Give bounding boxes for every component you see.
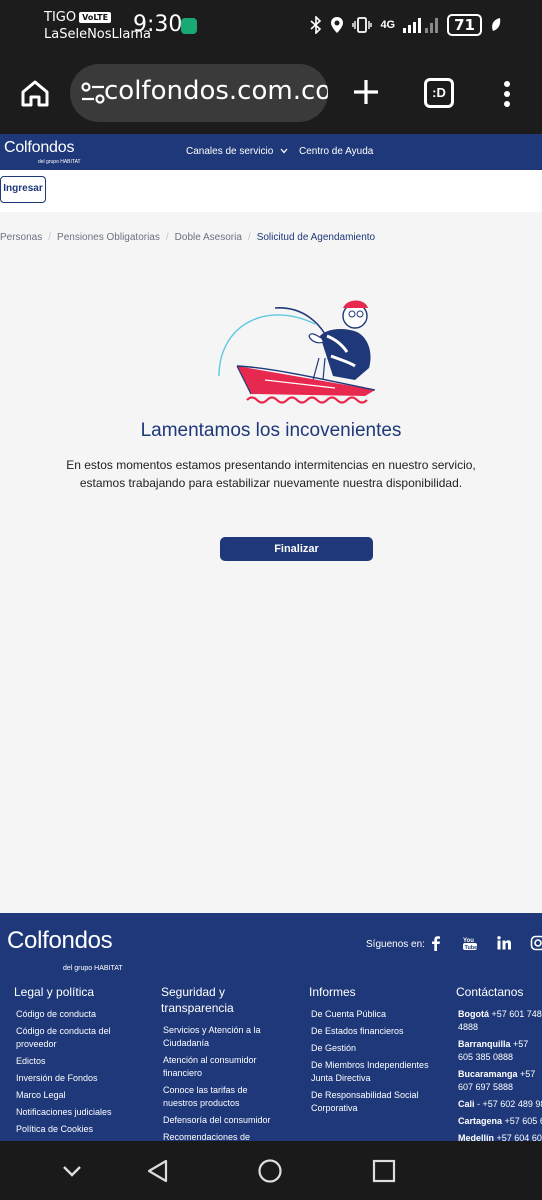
footer-link[interactable]: De Miembros Independientes Junta Directi… bbox=[309, 1059, 439, 1085]
footer-link[interactable]: De Estados financieros bbox=[309, 1025, 439, 1038]
contact-city: Cali bbox=[458, 1099, 475, 1109]
location-icon bbox=[331, 17, 344, 33]
login-bar: Ingresar bbox=[0, 170, 542, 212]
footer-link[interactable]: Edictos bbox=[14, 1055, 149, 1068]
footer-link[interactable]: Conoce las tarifas de nuestros productos bbox=[161, 1084, 281, 1110]
breadcrumb-pensiones[interactable]: Pensiones Obligatorias bbox=[57, 232, 160, 243]
contact-line[interactable]: Barranquilla +57 605 385 0888 bbox=[456, 1038, 542, 1064]
breadcrumb-current: Solicitud de Agendamiento bbox=[256, 232, 376, 243]
chevron-down-icon bbox=[280, 148, 288, 154]
leaf-icon bbox=[492, 18, 501, 31]
footer-col-title: Legal y política bbox=[14, 985, 95, 999]
footer-link[interactable]: De Cuenta Pública bbox=[309, 1008, 439, 1021]
system-nav-bar bbox=[0, 1141, 542, 1200]
error-title: Lamentamos los incovenientes bbox=[140, 420, 402, 441]
breadcrumb-doble-asesoria[interactable]: Doble Asesoria bbox=[175, 232, 242, 243]
breadcrumb: Personas / Pensiones Obligatorias / Doble As… bbox=[0, 232, 375, 243]
status-bar: TIGO VoLTE LaSeleNosLlama 9:30 4G 71 bbox=[0, 0, 542, 52]
contact-line[interactable]: Cartagena +57 605 693 6888 bbox=[456, 1115, 542, 1128]
recents-icon[interactable] bbox=[371, 1158, 397, 1184]
login-button[interactable]: Ingresar bbox=[0, 176, 46, 203]
contact-phone: +57 605 693 6888 bbox=[504, 1116, 542, 1126]
contact-phone: - +57 602 489 9888 bbox=[477, 1099, 542, 1109]
contact-line[interactable]: Cali - +57 602 489 9888 bbox=[456, 1098, 542, 1111]
footer-link[interactable]: Defensoría del consumidor bbox=[161, 1114, 281, 1127]
breadcrumb-separator: / bbox=[48, 232, 52, 243]
logo-text: Colfondos bbox=[4, 139, 75, 156]
url-text: colfondos.com.co bbox=[104, 76, 328, 106]
footer-col-title: Informes bbox=[309, 985, 356, 999]
contact-city: Barranquilla bbox=[458, 1039, 511, 1049]
contact-city: Cartagena bbox=[458, 1116, 503, 1126]
contact-line[interactable]: Bogotá +57 601 748 4888 bbox=[456, 1008, 542, 1034]
status-icons: 4G 71 bbox=[310, 14, 502, 36]
linkedin-icon[interactable] bbox=[496, 935, 512, 951]
error-message: En estos momentos estamos presentando in… bbox=[66, 458, 476, 490]
volte-badge: VoLTE bbox=[79, 12, 112, 23]
home-icon[interactable] bbox=[20, 78, 50, 108]
footer-link[interactable]: De Responsabilidad Social Corporativa bbox=[309, 1089, 439, 1115]
site-settings-icon[interactable] bbox=[80, 81, 106, 105]
footer-link[interactable]: Servicios y Atención a la Ciudadanía bbox=[161, 1024, 281, 1050]
more-menu-icon[interactable] bbox=[500, 80, 514, 108]
facebook-icon[interactable] bbox=[428, 935, 444, 951]
footer-col-title: Seguridad y transparencia bbox=[161, 985, 234, 1015]
contact-city: Bogotá bbox=[458, 1009, 489, 1019]
svg-text:Tube: Tube bbox=[465, 945, 478, 951]
vibrate-icon bbox=[352, 17, 373, 33]
footer-link[interactable]: Inversión de Fondos bbox=[14, 1072, 149, 1085]
logo-subtext: del grupo HABITAT bbox=[38, 159, 81, 165]
footer-link[interactable]: Código de conducta bbox=[14, 1008, 149, 1021]
nav-centro-de-ayuda[interactable]: Centro de Ayuda bbox=[299, 146, 373, 157]
breadcrumb-separator: / bbox=[165, 232, 169, 243]
tab-switcher[interactable]: :D bbox=[424, 78, 454, 108]
network-type: 4G bbox=[380, 19, 396, 31]
fisherman-illustration bbox=[218, 300, 376, 404]
footer-link[interactable]: Política de Cookies bbox=[14, 1123, 149, 1136]
footer-link[interactable]: Notificaciones judiciales bbox=[14, 1106, 149, 1119]
breadcrumb-personas[interactable]: Personas bbox=[0, 232, 42, 243]
hide-keyboard-icon[interactable] bbox=[59, 1158, 85, 1184]
footer-logo-subtext: del grupo HABITAT bbox=[63, 965, 123, 972]
follow-label: Síguenos en: bbox=[366, 939, 425, 950]
footer-col-legal: Legal y política Código de conducta Códi… bbox=[14, 984, 149, 1140]
new-tab-icon[interactable] bbox=[350, 76, 382, 108]
footer-link[interactable]: Código de conducta del proveedor bbox=[14, 1025, 149, 1051]
contact-line[interactable]: Bucaramanga +57 607 697 5888 bbox=[456, 1068, 542, 1094]
footer-logo-text: Colfondos bbox=[7, 927, 113, 954]
back-icon[interactable] bbox=[145, 1158, 171, 1184]
site-header: Colfondos del grupo HABITAT Canales de s… bbox=[0, 134, 542, 170]
home-nav-icon[interactable] bbox=[257, 1158, 283, 1184]
footer-logo[interactable]: Colfondos del grupo HABITAT bbox=[7, 927, 123, 972]
footer-link[interactable]: Marco Legal bbox=[14, 1089, 149, 1102]
breadcrumb-separator: / bbox=[247, 232, 251, 243]
finalizar-button[interactable]: Finalizar bbox=[220, 537, 373, 561]
carrier: TIGO VoLTE bbox=[44, 10, 112, 25]
footer-col-title: Contáctanos bbox=[456, 985, 524, 999]
contact-city: Bucaramanga bbox=[458, 1069, 518, 1079]
nav-canales-label: Canales de servicio bbox=[186, 146, 274, 157]
address-bar[interactable]: colfondos.com.co bbox=[70, 64, 328, 122]
colfondos-logo[interactable]: Colfondos del grupo HABITAT bbox=[4, 139, 81, 165]
browser-toolbar: colfondos.com.co :D bbox=[0, 52, 542, 134]
footer-col-informes: Informes De Cuenta Pública De Estados fi… bbox=[309, 984, 439, 1119]
carrier-name: TIGO bbox=[44, 10, 77, 25]
clock: 9:30 bbox=[133, 12, 183, 37]
app-notification-icon bbox=[181, 18, 197, 34]
nav-canales-de-servicio[interactable]: Canales de servicio bbox=[186, 146, 288, 157]
bluetooth-icon bbox=[310, 16, 322, 34]
signal-icon bbox=[403, 18, 439, 33]
youtube-icon[interactable]: YouTube bbox=[462, 935, 478, 951]
footer-col-contact: Contáctanos Bogotá +57 601 748 4888 Barr… bbox=[456, 984, 542, 1149]
battery-level: 71 bbox=[447, 14, 482, 36]
footer-link[interactable]: Atención al consumidor financiero bbox=[161, 1054, 281, 1080]
instagram-icon[interactable] bbox=[530, 935, 542, 951]
footer-col-seguridad: Seguridad y transparencia Servicios y At… bbox=[161, 984, 281, 1148]
footer-link[interactable]: De Gestión bbox=[309, 1042, 439, 1055]
